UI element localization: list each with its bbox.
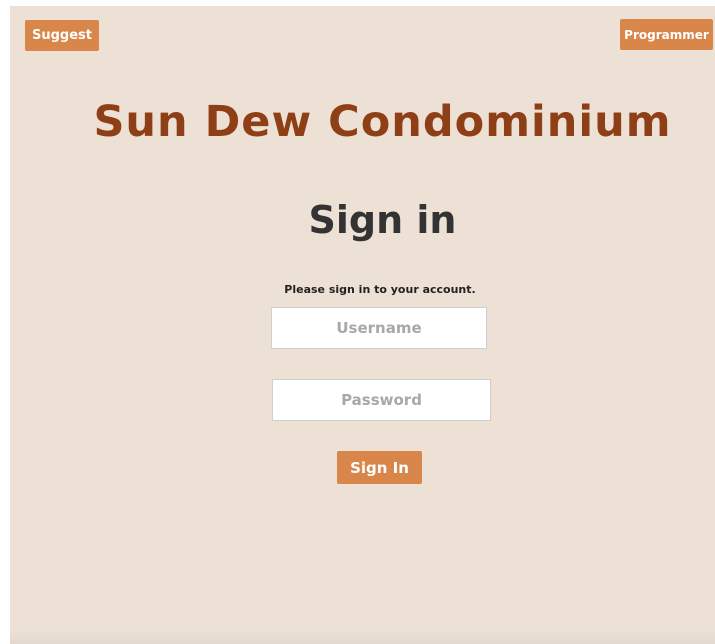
username-input[interactable] <box>271 307 487 349</box>
signin-heading: Sign in <box>308 198 457 242</box>
suggest-button[interactable]: Suggest <box>25 20 99 51</box>
page-bottom-shadow <box>10 630 715 644</box>
programmer-button[interactable]: Programmer <box>620 19 713 50</box>
password-input[interactable] <box>272 379 491 421</box>
signin-instruction: Please sign in to your account. <box>284 283 476 296</box>
site-title: Sun Dew Condominium <box>93 97 672 147</box>
sign-in-button[interactable]: Sign In <box>337 451 422 484</box>
